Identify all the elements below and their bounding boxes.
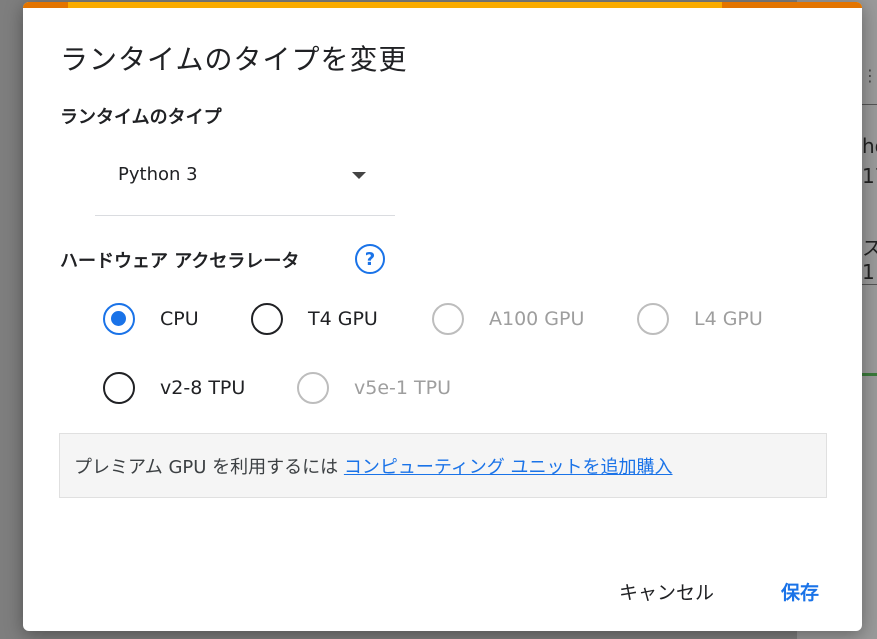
background-divider: [862, 104, 877, 105]
radio-disabled-icon: [637, 303, 669, 335]
runtime-type-label: ランタイムのタイプ: [60, 107, 222, 128]
background-fragment: ho: [862, 134, 877, 158]
radio-disabled-icon: [297, 372, 329, 404]
radio-unchecked-icon[interactable]: [103, 372, 135, 404]
save-button[interactable]: 保存: [781, 578, 819, 605]
accelerator-label: A100 GPU: [489, 308, 585, 330]
premium-gpu-info-text: プレミアム GPU を利用するには コンピューティング ユニットを追加購入: [74, 453, 673, 479]
background-fragment: ス: [862, 236, 877, 260]
radio-disabled-icon: [432, 303, 464, 335]
accelerator-label: L4 GPU: [694, 308, 763, 330]
background-divider: [862, 284, 877, 285]
dialog-top-bar: [23, 2, 862, 8]
premium-gpu-info-box: プレミアム GPU を利用するには コンピューティング ユニットを追加購入: [59, 433, 827, 498]
accelerator-label: v5e-1 TPU: [354, 377, 451, 399]
dropdown-arrow-icon: [352, 172, 366, 179]
radio-unchecked-icon[interactable]: [251, 303, 283, 335]
runtime-type-select[interactable]: Python 3: [95, 152, 395, 216]
change-runtime-type-dialog: ランタイムのタイプを変更 ランタイムのタイプ Python 3 ハードウェア ア…: [23, 2, 862, 631]
purchase-compute-units-link[interactable]: コンピューティング ユニットを追加購入: [344, 457, 673, 478]
runtime-type-value: Python 3: [118, 164, 198, 185]
accelerator-label: T4 GPU: [308, 308, 378, 330]
cancel-button[interactable]: キャンセル: [619, 578, 714, 605]
background-fragment: 17: [862, 164, 877, 188]
background-fragment: 1: [862, 260, 875, 284]
accelerator-label: v2-8 TPU: [160, 377, 246, 399]
dialog-title: ランタイムのタイプを変更: [60, 43, 408, 76]
radio-checked-icon[interactable]: [103, 303, 135, 335]
top-bar-edge-left: [23, 2, 68, 8]
background-accent-line: [862, 373, 877, 376]
hardware-accelerator-label: ハードウェア アクセラレータ: [60, 251, 300, 272]
accelerator-label: CPU: [160, 308, 199, 330]
top-bar-edge-right: [722, 2, 862, 8]
background-fragment: ⋮: [862, 66, 877, 85]
info-message: プレミアム GPU を利用するには: [74, 457, 344, 478]
help-icon[interactable]: ?: [355, 244, 385, 274]
